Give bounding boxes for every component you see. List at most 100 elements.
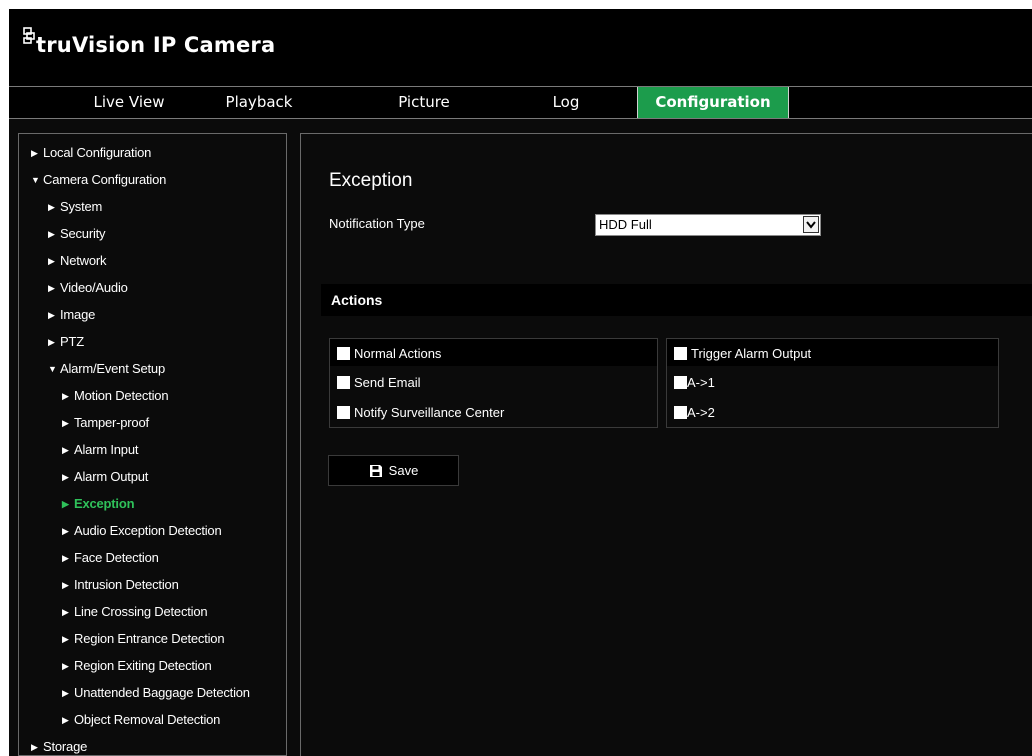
tree-item-alarm-output[interactable]: ▶ Alarm Output [62, 465, 148, 489]
caret-right-icon: ▶ [62, 391, 69, 401]
caret-right-icon: ▶ [48, 202, 55, 212]
caret-right-icon: ▶ [48, 229, 55, 239]
caret-right-icon: ▶ [62, 499, 69, 509]
alarm-output-a1-label: A->1 [687, 374, 715, 390]
tree-item-tamper-proof[interactable]: ▶ Tamper-proof [62, 411, 149, 435]
tree-item-label: Exception [74, 496, 135, 511]
send-email-row[interactable]: Send Email [337, 374, 420, 390]
tab-live-view[interactable]: Live View [44, 87, 214, 118]
save-button[interactable]: Save [328, 455, 459, 486]
tab-configuration[interactable]: Configuration [637, 87, 789, 118]
caret-right-icon: ▶ [62, 418, 69, 428]
notify-surveillance-center-label: Notify Surveillance Center [354, 404, 505, 420]
caret-right-icon: ▶ [48, 337, 55, 347]
caret-right-icon: ▶ [62, 634, 69, 644]
tree-item-label: Storage [43, 739, 88, 754]
normal-actions-checkbox[interactable] [337, 346, 350, 360]
caret-right-icon: ▶ [48, 310, 55, 320]
caret-right-icon: ▶ [62, 526, 69, 536]
caret-right-icon: ▶ [62, 553, 69, 563]
notify-surveillance-center-row[interactable]: Notify Surveillance Center [337, 404, 504, 420]
tree-item-unattended-baggage-detection[interactable]: ▶ Unattended Baggage Detection [62, 681, 250, 705]
main-content: Exception Notification Type HDD Full Act… [300, 133, 1032, 756]
tab-log[interactable]: Log [531, 87, 601, 118]
caret-right-icon: ▶ [62, 580, 69, 590]
send-email-checkbox[interactable] [337, 375, 350, 389]
actions-heading: Actions [331, 292, 383, 308]
tree-item-network[interactable]: ▶ Network [48, 249, 106, 273]
tree-item-exception[interactable]: ▶ Exception [62, 492, 135, 516]
caret-right-icon: ▶ [62, 445, 69, 455]
tree-item-label: Region Exiting Detection [74, 658, 212, 673]
tree-item-image[interactable]: ▶ Image [48, 303, 95, 327]
tree-item-ptz[interactable]: ▶ PTZ [48, 330, 84, 354]
notify-surveillance-center-checkbox[interactable] [337, 405, 350, 419]
tree-item-system[interactable]: ▶ System [48, 195, 102, 219]
trigger-alarm-output-panel: Trigger Alarm Output A->1 A->2 [666, 338, 999, 428]
notification-type-value: HDD Full [599, 217, 652, 232]
caret-right-icon: ▶ [62, 715, 69, 725]
alarm-output-a1-checkbox[interactable] [674, 375, 687, 389]
caret-right-icon: ▶ [62, 688, 69, 698]
normal-actions-label: Normal Actions [354, 345, 442, 361]
tree-item-alarm-input[interactable]: ▶ Alarm Input [62, 438, 138, 462]
save-label: Save [388, 463, 419, 478]
chevron-down-icon[interactable] [803, 216, 819, 233]
tree-item-security[interactable]: ▶ Security [48, 222, 106, 246]
tree-item-label: Tamper-proof [74, 415, 149, 430]
actions-section-header: Actions [321, 284, 1032, 316]
trigger-alarm-output-row[interactable]: Trigger Alarm Output [674, 345, 811, 361]
tab-picture[interactable]: Picture [379, 87, 469, 118]
tree-item-label: Object Removal Detection [74, 712, 221, 727]
tree-item-label: Video/Audio [60, 280, 128, 295]
notification-type-select[interactable]: HDD Full [595, 214, 821, 236]
caret-right-icon: ▶ [62, 472, 69, 482]
caret-right-icon: ▶ [62, 607, 69, 617]
main-nav: Live View Playback Picture Log Configura… [9, 86, 1032, 119]
trigger-alarm-output-checkbox[interactable] [674, 346, 687, 360]
tree-item-label: Unattended Baggage Detection [74, 685, 250, 700]
tree-item-local-configuration[interactable]: ▶ Local Configuration [31, 141, 151, 165]
header: truVision IP Camera [9, 9, 1032, 86]
tab-playback[interactable]: Playback [214, 87, 304, 118]
caret-right-icon: ▶ [31, 148, 38, 158]
tree-item-label: Network [60, 253, 107, 268]
alarm-output-a2-row[interactable]: A->2 [674, 404, 715, 420]
caret-down-icon: ▼ [31, 175, 40, 185]
alarm-output-a1-row[interactable]: A->1 [674, 374, 715, 390]
caret-right-icon: ▶ [62, 661, 69, 671]
tree-item-label: Alarm Input [74, 442, 139, 457]
caret-right-icon: ▶ [48, 283, 55, 293]
alarm-output-a2-label: A->2 [687, 404, 715, 420]
trigger-alarm-output-label: Trigger Alarm Output [691, 345, 812, 361]
tree-item-audio-exception-detection[interactable]: ▶ Audio Exception Detection [62, 519, 222, 543]
caret-right-icon: ▶ [31, 742, 38, 752]
tree-item-alarm-event-setup[interactable]: ▼ Alarm/Event Setup [48, 357, 165, 381]
tree-item-video-audio[interactable]: ▶ Video/Audio [48, 276, 128, 300]
tree-item-storage[interactable]: ▶ Storage [31, 735, 87, 756]
tree-item-region-exiting-detection[interactable]: ▶ Region Exiting Detection [62, 654, 212, 678]
notification-type-label: Notification Type [329, 216, 425, 231]
alarm-output-a2-checkbox[interactable] [674, 405, 687, 419]
app-title: truVision IP Camera [36, 33, 276, 57]
tree-item-label: PTZ [60, 334, 84, 349]
tree-item-label: Local Configuration [43, 145, 152, 160]
normal-actions-row[interactable]: Normal Actions [337, 345, 441, 361]
tree-item-motion-detection[interactable]: ▶ Motion Detection [62, 384, 169, 408]
config-tree-sidebar: ▶ Local Configuration ▼ Camera Configurati… [18, 133, 287, 756]
tree-item-camera-configuration[interactable]: ▼ Camera Configuration [31, 168, 166, 192]
tree-item-region-entrance-detection[interactable]: ▶ Region Entrance Detection [62, 627, 225, 651]
caret-down-icon: ▼ [48, 364, 57, 374]
tree-item-label: Region Entrance Detection [74, 631, 225, 646]
app-window: truVision IP Camera Live View Playback P… [9, 9, 1032, 756]
tree-item-object-removal-detection[interactable]: ▶ Object Removal Detection [62, 708, 220, 732]
save-icon [369, 464, 383, 478]
tree-item-label: Camera Configuration [43, 172, 167, 187]
tree-item-face-detection[interactable]: ▶ Face Detection [62, 546, 159, 570]
tree-item-line-crossing-detection[interactable]: ▶ Line Crossing Detection [62, 600, 208, 624]
tree-item-label: Face Detection [74, 550, 159, 565]
tree-item-label: Alarm/Event Setup [60, 361, 165, 376]
tree-item-intrusion-detection[interactable]: ▶ Intrusion Detection [62, 573, 179, 597]
tree-item-label: System [60, 199, 103, 214]
tree-item-label: Intrusion Detection [74, 577, 179, 592]
